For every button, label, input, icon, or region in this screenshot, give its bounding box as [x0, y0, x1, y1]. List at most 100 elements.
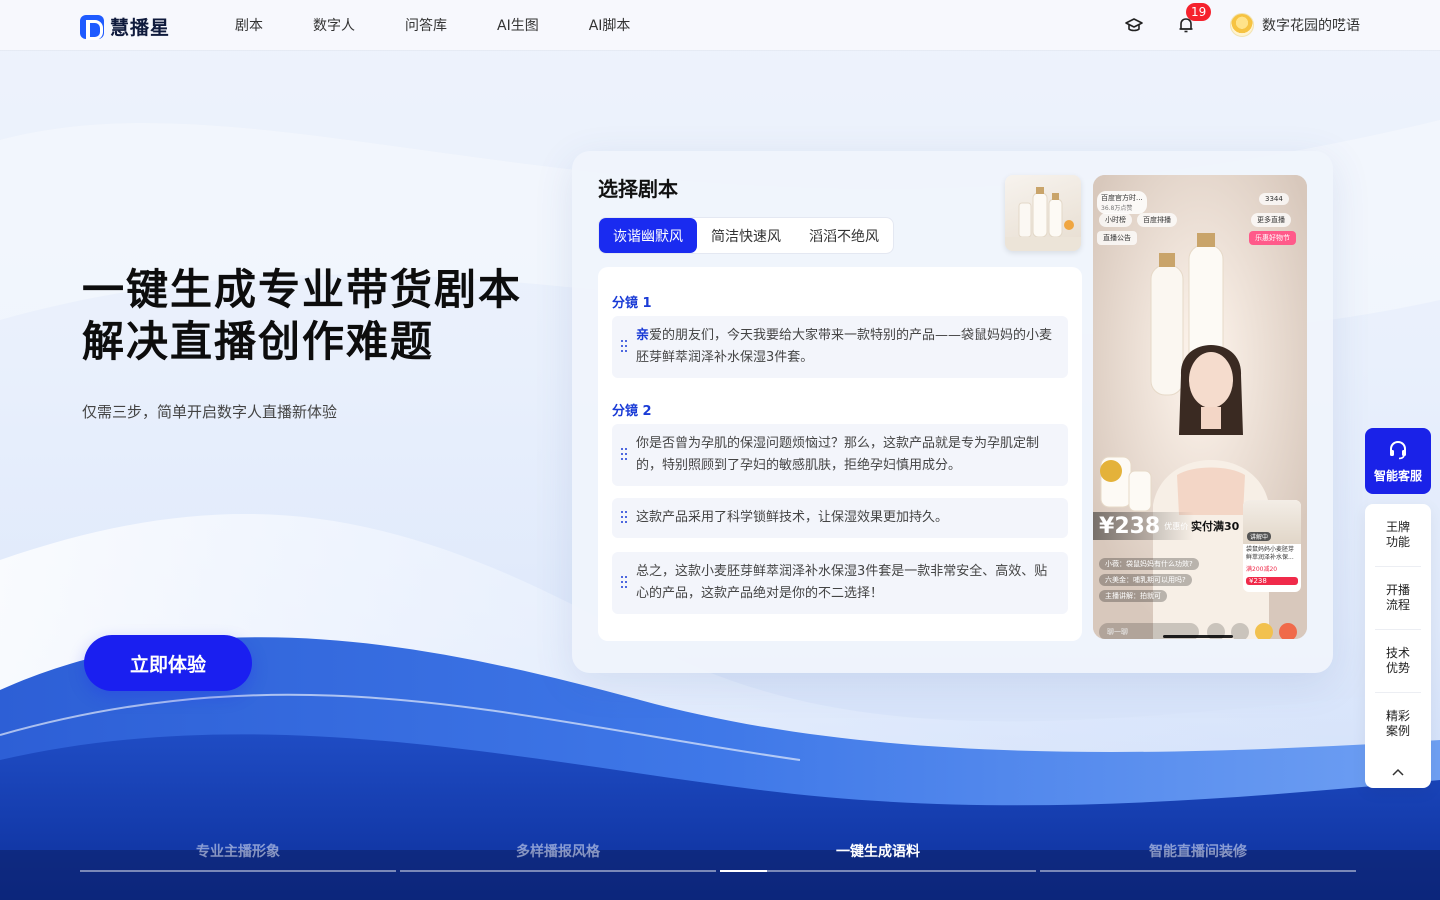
- cart-icon[interactable]: [1279, 623, 1297, 639]
- explaining-tag: 讲解中: [1247, 532, 1272, 541]
- chat-comment: 主播讲解：拍就可: [1099, 590, 1167, 602]
- feature-tab-progress: [400, 870, 716, 872]
- top-navbar: 慧播星 剧本 数字人 问答库 AI生图 AI脚本 19 数字花园的呓语: [0, 0, 1440, 50]
- chevron-up-icon[interactable]: [1391, 762, 1405, 776]
- feature-tab-label: 一键生成语料: [836, 844, 920, 860]
- host-info[interactable]: 百度官方时... 36.8万点赞: [1097, 191, 1147, 214]
- price-note: 优惠价: [1164, 521, 1189, 531]
- nav-item-script[interactable]: 剧本: [235, 15, 263, 35]
- feature-tab-host-image[interactable]: 专业主播形象: [80, 836, 396, 872]
- divider: [1375, 629, 1421, 630]
- script-line-text: 总之，这款小麦胚芽鲜萃润泽补水保湿3件套是一款非常安全、高效、贴心的产品，这款产…: [636, 564, 1048, 601]
- script-line-text: 你是否曾为孕肌的保湿问题烦恼过？那么，这款产品就是专为孕肌定制的，特别照顾到了孕…: [636, 436, 1040, 473]
- chat-input[interactable]: 聊一聊: [1099, 623, 1199, 639]
- headset-icon: [1390, 440, 1406, 459]
- more-icon[interactable]: [1207, 623, 1225, 639]
- drag-handle-icon[interactable]: [621, 576, 629, 590]
- script-line-text: 爱的朋友们，今天我要给大家带来一款特别的产品——袋鼠妈妈的小麦胚芽鲜萃润泽补水保…: [636, 328, 1053, 365]
- nav-item-ai-image[interactable]: AI生图: [497, 15, 539, 35]
- side-item-launch-process[interactable]: 开播流程: [1365, 583, 1431, 613]
- side-item-label: 精彩案例: [1385, 709, 1410, 738]
- drag-handle-icon[interactable]: [621, 448, 629, 462]
- rank-chip[interactable]: 百度排播: [1137, 213, 1177, 227]
- chat-comment: 六美金：哺乳期可以用吗?: [1099, 574, 1192, 586]
- side-item-label: 技术优势: [1385, 646, 1410, 675]
- feature-tab-progress: [80, 870, 396, 872]
- side-quick-nav: 王牌功能 开播流程 技术优势 精彩案例: [1365, 504, 1431, 788]
- product-coupon: 满200减20: [1246, 566, 1278, 573]
- card-title: 选择剧本: [598, 177, 678, 201]
- drag-handle-icon[interactable]: [621, 511, 629, 525]
- side-item-tech-advantages[interactable]: 技术优势: [1365, 646, 1431, 676]
- product-card-price: ¥238: [1246, 577, 1298, 585]
- feature-tab-label: 智能直播间装修: [1149, 844, 1247, 860]
- live-notice[interactable]: 直播公告: [1097, 231, 1137, 245]
- tab-eloquent[interactable]: 滔滔不绝风: [795, 218, 893, 253]
- divider: [1375, 566, 1421, 567]
- script-line-emphasis: 亲: [636, 328, 650, 343]
- product-card-image: 讲解中: [1243, 500, 1301, 544]
- promo-badge[interactable]: 乐惠好物节: [1249, 231, 1296, 245]
- tab-humorous[interactable]: 诙谐幽默风: [599, 218, 697, 253]
- main-nav: 剧本 数字人 问答库 AI生图 AI脚本: [235, 0, 680, 50]
- script-line-text: 这款产品采用了科学锁鲜技术，让保湿效果更加持久。: [636, 510, 949, 525]
- script-demo-card: 选择剧本 诙谐幽默风 简洁快速风 滔滔不绝风 分镜 1 亲爱的朋友们，今天我要给…: [572, 151, 1333, 673]
- share-icon[interactable]: [1231, 623, 1249, 639]
- price-value: ¥238: [1099, 513, 1161, 539]
- gift-icon[interactable]: [1255, 623, 1273, 639]
- nav-item-qa-library[interactable]: 问答库: [405, 15, 447, 35]
- tab-concise[interactable]: 简洁快速风: [697, 218, 795, 253]
- feature-tab-generate-copy[interactable]: 一键生成语料: [720, 836, 1036, 872]
- nav-item-digital-human[interactable]: 数字人: [313, 15, 355, 35]
- feature-tab-progress: [720, 870, 1036, 872]
- try-now-button[interactable]: 立即体验: [84, 635, 252, 691]
- feature-tab-room-decoration[interactable]: 智能直播间装修: [1040, 836, 1356, 872]
- notification-badge: 19: [1186, 3, 1212, 21]
- user-menu[interactable]: 数字花园的呓语: [1230, 13, 1360, 37]
- more-live-chip[interactable]: 更多直播: [1251, 213, 1291, 227]
- hero-subtitle: 仅需三步，简单开启数字人直播新体验: [82, 403, 338, 421]
- hourly-rank-chip[interactable]: 小时榜: [1099, 213, 1132, 227]
- bell-icon[interactable]: 19: [1176, 3, 1212, 35]
- graduation-cap-icon[interactable]: [1124, 15, 1144, 35]
- avatar: [1230, 13, 1254, 37]
- product-card-name: 袋鼠妈妈小麦胚芽鲜萃润泽补水保...: [1246, 546, 1295, 561]
- progress-fill: [720, 870, 768, 872]
- script-line[interactable]: 你是否曾为孕肌的保湿问题烦恼过？那么，这款产品就是专为孕肌定制的，特别照顾到了孕…: [612, 424, 1068, 486]
- smart-service-label: 智能客服: [1373, 468, 1422, 483]
- style-tabs: 诙谐幽默风 简洁快速风 滔滔不绝风: [598, 217, 894, 254]
- script-line[interactable]: 总之，这款小麦胚芽鲜萃润泽补水保湿3件套是一款非常安全、高效、贴心的产品，这款产…: [612, 552, 1068, 614]
- side-item-label: 开播流程: [1385, 583, 1410, 612]
- feature-tab-broadcast-styles[interactable]: 多样播报风格: [400, 836, 716, 872]
- host-likes: 36.8万点赞: [1101, 205, 1133, 212]
- product-card[interactable]: 讲解中 袋鼠妈妈小麦胚芽鲜萃润泽补水保... 满200减20 ¥238: [1243, 500, 1301, 592]
- product-bottles-image: [1005, 187, 1081, 251]
- brand-logo[interactable]: 慧播星: [80, 13, 170, 40]
- drag-handle-icon[interactable]: [621, 340, 629, 354]
- script-panel: 分镜 1 亲爱的朋友们，今天我要给大家带来一款特别的产品——袋鼠妈妈的小麦胚芽鲜…: [598, 267, 1082, 641]
- product-thumbnail[interactable]: [1005, 175, 1081, 251]
- script-line[interactable]: 这款产品采用了科学锁鲜技术，让保湿效果更加持久。: [612, 498, 1068, 538]
- script-line[interactable]: 亲爱的朋友们，今天我要给大家带来一款特别的产品——袋鼠妈妈的小麦胚芽鲜萃润泽补水…: [612, 316, 1068, 378]
- live-stream-preview: 百度官方时... 36.8万点赞 3344 小时榜 百度排播 更多直播 直播公告…: [1093, 175, 1307, 639]
- brand-name: 慧播星: [110, 17, 171, 39]
- hero-title: 一键生成专业带货剧本 解决直播创作难题: [82, 264, 522, 368]
- nav-item-ai-script[interactable]: AI脚本: [589, 15, 631, 35]
- viewer-count: 3344: [1259, 193, 1289, 205]
- feature-tab-label: 专业主播形象: [196, 844, 280, 860]
- hero-title-line-2: 解决直播创作难题: [82, 317, 435, 366]
- price-tag: ¥238 优惠价: [1093, 512, 1195, 540]
- header-actions: 19 数字花园的呓语: [1124, 0, 1360, 50]
- side-item-key-features[interactable]: 王牌功能: [1365, 520, 1431, 550]
- smart-service-button[interactable]: 智能客服: [1365, 428, 1431, 494]
- logo-icon: [80, 14, 104, 40]
- side-item-showcase[interactable]: 精彩案例: [1365, 709, 1431, 739]
- segment-label: 分镜 2: [612, 404, 652, 419]
- hero-title-line-1: 一键生成专业带货剧本: [82, 265, 523, 314]
- chat-comment: 小薇：袋鼠妈妈有什么功效?: [1099, 558, 1199, 570]
- feature-carousel-tabs: 专业主播形象 多样播报风格 一键生成语料 智能直播间装修: [80, 836, 1356, 872]
- promo-banner: 实付满30: [1191, 520, 1240, 533]
- divider: [1375, 692, 1421, 693]
- username: 数字花园的呓语: [1262, 18, 1360, 34]
- segment-label: 分镜 1: [612, 296, 652, 311]
